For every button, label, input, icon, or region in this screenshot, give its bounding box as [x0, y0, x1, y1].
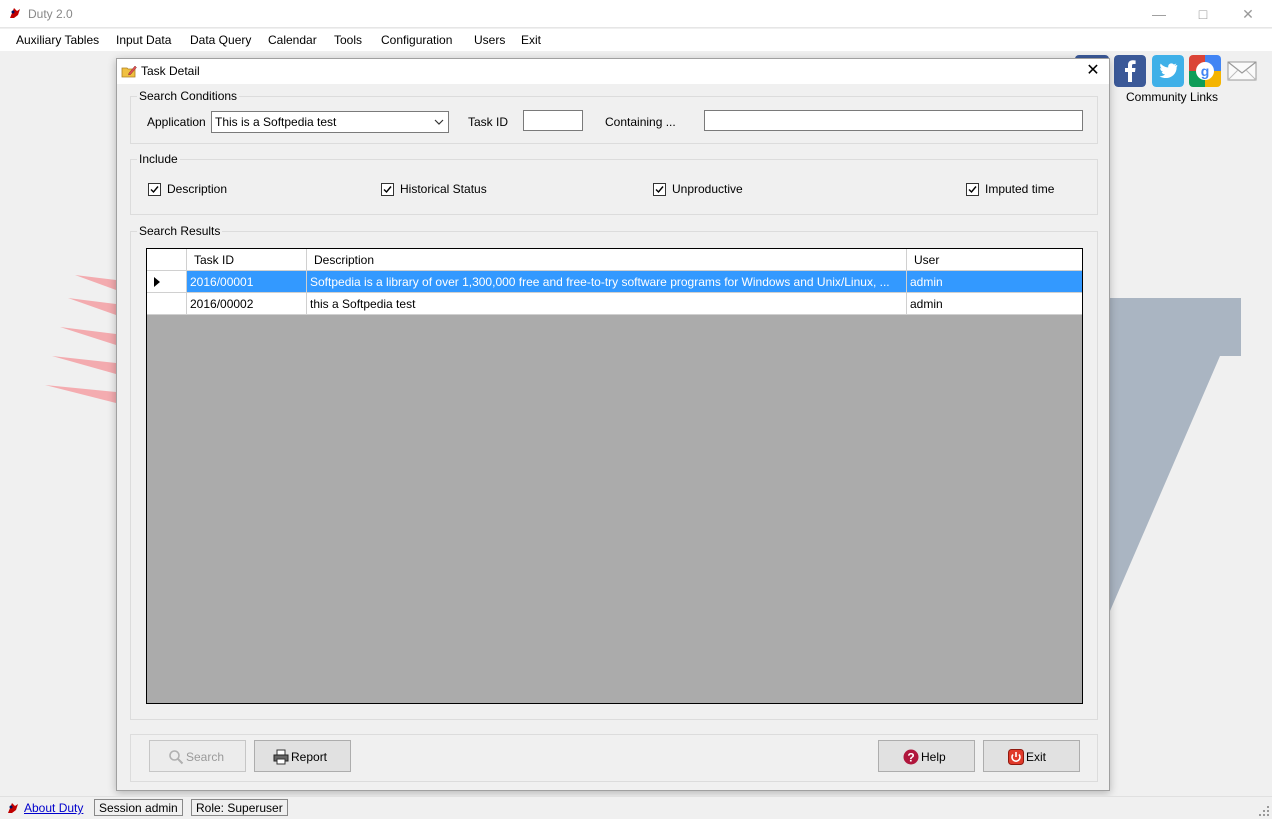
maximize-button[interactable]: □: [1180, 0, 1226, 28]
task-id-label: Task ID: [468, 115, 509, 129]
unproductive-checkbox[interactable]: [653, 183, 666, 196]
application-select[interactable]: This is a Softpedia test: [211, 111, 449, 133]
application-label: Application: [147, 115, 206, 129]
exit-button-label: Exit: [1026, 750, 1047, 764]
resize-grip-icon[interactable]: [1258, 805, 1270, 817]
cell-user[interactable]: admin: [907, 271, 1082, 293]
application-value: This is a Softpedia test: [215, 115, 337, 129]
table-row[interactable]: 2016/00002 this a Softpedia test admin: [147, 293, 1082, 315]
cell-text: admin: [910, 275, 943, 289]
exit-button[interactable]: Exit: [983, 740, 1080, 772]
window-titlebar: Duty 2.0 — □ ✕: [0, 0, 1272, 28]
google-icon[interactable]: g: [1189, 55, 1221, 87]
mail-icon[interactable]: [1226, 55, 1258, 87]
column-header-label: Description: [314, 253, 375, 267]
cell-description[interactable]: Softpedia is a library of over 1,300,000…: [307, 271, 907, 293]
description-option-label: Description: [167, 182, 228, 196]
facebook-icon[interactable]: [1114, 55, 1146, 87]
dialog-title: Task Detail: [141, 64, 200, 78]
column-header-description[interactable]: Description: [307, 249, 907, 271]
row-header-corner: [147, 249, 187, 271]
menu-tools[interactable]: Tools: [334, 33, 362, 47]
menu-bar: Auxiliary Tables Input Data Data Query C…: [0, 29, 1272, 51]
dialog-titlebar: Task Detail ✕: [117, 59, 1109, 84]
minimize-button[interactable]: —: [1136, 0, 1182, 28]
row-selector[interactable]: [147, 271, 187, 293]
menu-calendar[interactable]: Calendar: [268, 33, 317, 47]
help-button-label: Help: [921, 750, 946, 764]
column-header-label: Task ID: [194, 253, 235, 267]
search-conditions-label: Search Conditions: [137, 89, 240, 103]
containing-label: Containing ...: [605, 115, 676, 129]
search-icon: [169, 750, 184, 765]
cell-description[interactable]: this a Softpedia test: [307, 293, 907, 315]
imputed-time-checkbox[interactable]: [966, 183, 979, 196]
community-links-label: Community Links: [1126, 90, 1219, 104]
checkmark-icon: [383, 186, 392, 194]
window-title: Duty 2.0: [28, 7, 73, 21]
search-results-label: Search Results: [137, 224, 223, 238]
report-button-label: Report: [291, 750, 328, 764]
column-header-task-id[interactable]: Task ID: [187, 249, 307, 271]
cell-text: this a Softpedia test: [310, 297, 416, 311]
include-label: Include: [137, 152, 180, 166]
duty-app-icon: [10, 8, 20, 18]
menu-auxiliary-tables[interactable]: Auxiliary Tables: [16, 33, 99, 47]
include-group: [130, 159, 1098, 215]
twitter-icon[interactable]: [1152, 55, 1184, 87]
cell-task-id[interactable]: 2016/00001: [187, 271, 307, 293]
menu-users[interactable]: Users: [474, 33, 505, 47]
historical-status-checkbox[interactable]: [381, 183, 394, 196]
menu-input-data[interactable]: Input Data: [116, 33, 171, 47]
search-button-label: Search: [186, 750, 225, 764]
column-header-user[interactable]: User: [907, 249, 1082, 271]
status-bar: About Duty Session admin Role: Superuser: [0, 796, 1272, 819]
session-panel: Session admin: [94, 799, 183, 816]
task-detail-dialog: Task Detail ✕ Search Conditions Applicat…: [116, 58, 1110, 791]
folder-pencil-icon: [121, 65, 137, 78]
results-grid[interactable]: Task ID Description User 2016/00001 Soft…: [146, 248, 1083, 704]
help-icon: ?: [903, 749, 919, 765]
imputed-time-option-label: Imputed time: [985, 182, 1055, 196]
cell-text: 2016/00002: [190, 297, 254, 311]
containing-input[interactable]: [704, 110, 1083, 131]
menu-configuration[interactable]: Configuration: [381, 33, 452, 47]
cell-task-id[interactable]: 2016/00002: [187, 293, 307, 315]
close-window-button[interactable]: ✕: [1225, 0, 1271, 28]
printer-icon: [273, 749, 289, 765]
report-button[interactable]: Report: [254, 740, 351, 772]
menu-exit[interactable]: Exit: [521, 33, 541, 47]
table-row[interactable]: 2016/00001 Softpedia is a library of ove…: [147, 271, 1082, 293]
search-button[interactable]: Search: [149, 740, 246, 772]
historical-status-option-label: Historical Status: [400, 182, 487, 196]
cell-text: 2016/00001: [190, 275, 254, 289]
dialog-close-button[interactable]: ✕: [1083, 61, 1103, 81]
checkmark-icon: [150, 186, 159, 194]
description-checkbox[interactable]: [148, 183, 161, 196]
svg-text:g: g: [1201, 63, 1210, 79]
duty-app-icon: [8, 803, 18, 813]
chevron-down-icon: [434, 119, 444, 125]
power-icon: [1008, 749, 1024, 765]
task-id-input[interactable]: [523, 110, 583, 131]
cell-text: Softpedia is a library of over 1,300,000…: [310, 275, 890, 289]
unproductive-option-label: Unproductive: [672, 182, 743, 196]
role-panel: Role: Superuser: [191, 799, 288, 816]
checkmark-icon: [655, 186, 664, 194]
current-row-arrow-icon: [154, 277, 160, 287]
row-selector[interactable]: [147, 293, 187, 315]
svg-text:?: ?: [907, 751, 914, 765]
help-button[interactable]: ? Help: [878, 740, 975, 772]
checkmark-icon: [968, 186, 977, 194]
cell-text: admin: [910, 297, 943, 311]
column-header-label: User: [914, 253, 940, 267]
about-duty-link[interactable]: About Duty: [24, 801, 83, 815]
cell-user[interactable]: admin: [907, 293, 1082, 315]
menu-data-query[interactable]: Data Query: [190, 33, 251, 47]
